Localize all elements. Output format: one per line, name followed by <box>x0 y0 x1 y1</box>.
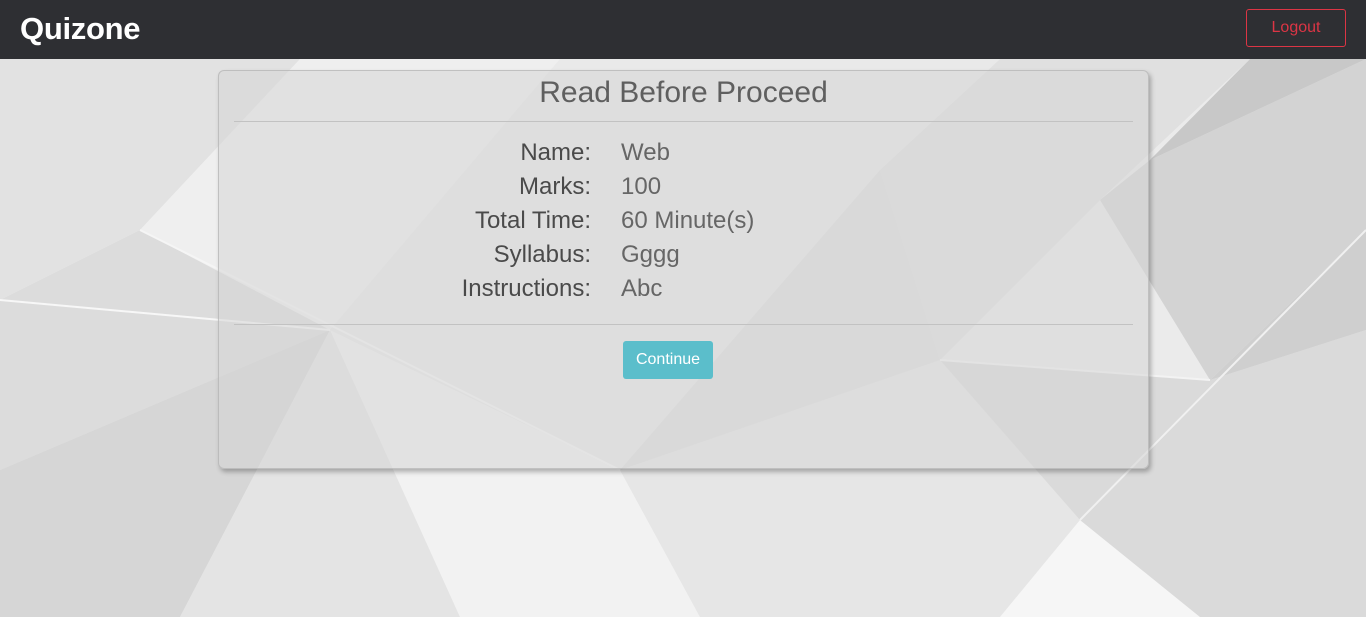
footer-divider <box>234 324 1133 325</box>
continue-button[interactable]: Continue <box>623 341 713 379</box>
logout-button[interactable]: Logout <box>1246 9 1346 47</box>
detail-row-syllabus: Syllabus: Gggg <box>219 238 1148 272</box>
detail-value: 100 <box>621 173 662 200</box>
brand-logo[interactable]: Quizone <box>20 10 140 48</box>
detail-label: Syllabus: <box>493 241 591 268</box>
detail-row-instructions: Instructions: Abc <box>219 272 1148 306</box>
top-navbar: Quizone Logout <box>0 0 1366 59</box>
detail-label: Marks: <box>519 173 591 200</box>
detail-label: Instructions: <box>461 275 591 302</box>
detail-value: Abc <box>621 275 663 302</box>
detail-value: 60 Minute(s) <box>621 207 755 234</box>
detail-row-name: Name: Web <box>219 136 1148 170</box>
detail-row-total-time: Total Time: 60 Minute(s) <box>219 204 1148 238</box>
detail-label: Total Time: <box>474 207 591 234</box>
title-divider <box>234 121 1133 122</box>
detail-row-marks: Marks: 100 <box>219 170 1148 204</box>
quiz-details-list: Name: Web Marks: 100 Total Time: 60 Minu… <box>219 136 1148 306</box>
detail-value: Gggg <box>621 241 680 268</box>
quiz-info-card: Read Before Proceed Name: Web Marks: 100… <box>218 70 1149 469</box>
detail-value: Web <box>621 139 670 166</box>
detail-label: Name: <box>520 139 591 166</box>
card-title: Read Before Proceed <box>539 76 828 109</box>
